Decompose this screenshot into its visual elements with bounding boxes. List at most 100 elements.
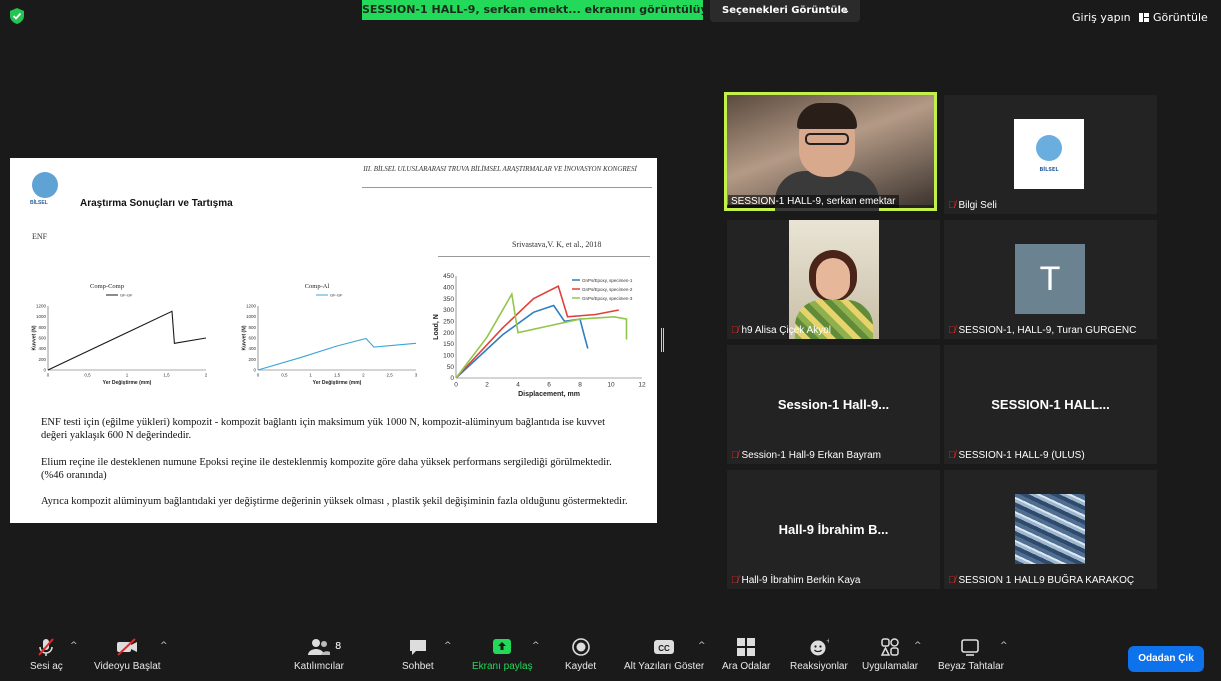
reactions-button[interactable]: + Reaksiyonlar [790,637,848,672]
result-paragraph-3: Ayrıca kompozit alüminyum bağlantıdaki y… [41,496,628,507]
breakout-rooms-icon [737,638,756,656]
x-tick-label: 2 [205,373,208,378]
y-tick-label: 50 [447,364,455,371]
participant-tile[interactable]: 🎙̸ h9 Alisa Çiçek Akyol [727,220,940,339]
participant-tile[interactable]: Session-1 Hall-9... 🎙̸ Session-1 Hall-9 E… [727,345,940,464]
participant-tile[interactable]: SESSION-1 HALL-9, serkan emektar [724,92,937,211]
participant-name: 🎙̸ Bilgi Seli [948,200,997,211]
participant-tile[interactable]: 🎙̸ SESSION 1 HALL9 BUĞRA KARAKOÇ [944,470,1157,589]
captions-button[interactable]: CC Alt Yazıları Göster [624,637,704,672]
whiteboards-label: Beyaz Tahtalar [938,661,1004,672]
panel-resize-handle[interactable] [661,328,664,352]
whiteboard-icon [961,639,979,656]
x-tick-label: 1,5 [334,373,341,378]
participant-name-text: SESSION 1 HALL9 BUĞRA KARAKOÇ [958,575,1135,586]
chat-options-caret[interactable]: ^ [444,641,452,651]
unmute-button[interactable]: Sesi aç [30,637,63,672]
reference-citation: Srivastava,V. K, et al., 2018 [512,240,602,249]
x-tick-label: 2 [362,373,365,378]
participant-name: 🎙̸ SESSION-1 HALL-9 (ULUS) [948,450,1085,461]
chart-gnps-epoxy: 0 2 4 6 8 10 12 0 50 100 150 200 250 300 350 400 450 Disp… [433,273,646,398]
start-video-button[interactable]: Videoyu Başlat [94,637,161,672]
chevron-down-icon: ⌄ [842,6,850,16]
participant-name: 🎙̸ Session-1 Hall-9 Erkan Bayram [731,450,881,461]
sign-in-link[interactable]: Giriş yapın [1072,11,1131,24]
legend-label: GnPs/Epoxy, specimen-1 [582,278,633,283]
participant-tile[interactable]: BİLSEL 🎙̸ Bilgi Seli [944,95,1157,214]
legend-label: GF-GF [330,293,343,298]
record-button[interactable]: Kaydet [565,637,596,672]
mic-off-icon: 🎙̸ [948,575,956,586]
apps-options-caret[interactable]: ^ [914,641,922,651]
video-face [816,258,850,300]
video-options-caret[interactable]: ^ [160,641,168,651]
video-glasses [805,133,849,145]
y-tick-label: 350 [443,296,454,303]
reactions-label: Reaksiyonlar [790,661,848,672]
x-tick-label: 1,5 [163,373,170,378]
x-tick-label: 6 [547,382,551,389]
participant-display-name: SESSION-1 HALL... [991,397,1110,412]
mic-off-icon: 🎙̸ [948,450,956,461]
y-tick-label: 1200 [246,304,257,309]
logo-text: BİLSEL [1039,167,1059,173]
participant-name: 🎙̸ SESSION-1, HALL-9, Turan GURGENC [948,325,1136,336]
whiteboards-options-caret[interactable]: ^ [1000,641,1008,651]
view-options-button[interactable]: Seçenekleri Görüntüle ⌄ [710,0,860,22]
participant-profile-picture [1015,494,1085,564]
y-tick-label: 600 [248,336,256,341]
participant-video [789,220,879,339]
chat-label: Sohbet [402,661,434,672]
record-icon [571,638,590,656]
participant-tile[interactable]: Hall-9 İbrahim B... 🎙̸ Hall-9 İbrahim Ber… [727,470,940,589]
emoji-reaction-icon: + [810,637,829,656]
y-tick-label: 400 [248,346,256,351]
y-tick-label: 200 [248,357,256,362]
record-label: Kaydet [565,661,597,672]
chat-button[interactable]: Sohbet [402,637,434,672]
x-axis-label: Yer Değiştirme (mm) [313,380,362,386]
mic-off-icon [38,638,55,656]
participant-tile[interactable]: T 🎙̸ SESSION-1, HALL-9, Turan GURGENC [944,220,1157,339]
x-tick-label: 10 [607,382,615,389]
audio-options-caret[interactable]: ^ [70,641,78,651]
y-axis-label: Load, N [433,314,440,340]
captions-options-caret[interactable]: ^ [698,641,706,651]
screen-share-banner: SESSION-1 HALL-9, serkan emekt... ekranı… [362,0,703,20]
y-tick-label: 1200 [36,304,47,309]
share-options-caret[interactable]: ^ [532,641,540,651]
video-off-icon [117,638,138,656]
mic-off-icon: 🎙̸ [731,325,739,336]
participant-name-text: Session-1 Hall-9 Erkan Bayram [741,450,882,461]
mic-off-icon: 🎙̸ [948,200,956,211]
x-tick-label: 0,5 [84,373,91,378]
breakout-rooms-button[interactable]: Ara Odalar [722,637,770,672]
breakout-rooms-label: Ara Odalar [722,661,771,672]
closed-captions-icon: CC [654,640,675,654]
y-tick-label: 800 [248,325,256,330]
view-button[interactable]: Görüntüle [1139,11,1208,24]
share-screen-button[interactable]: Ekranı paylaş [472,637,533,672]
enf-label: ENF [32,232,48,241]
logo-circle [1036,135,1062,161]
apps-label: Uygulamalar [862,661,919,672]
gallery-view-icon [1139,13,1149,22]
bilsel-logo-icon [32,172,58,198]
apps-button[interactable]: Uygulamalar [862,637,918,672]
whiteboards-button[interactable]: Beyaz Tahtalar [938,637,1004,672]
svg-text:+: + [826,637,829,645]
legend-label: GnPs/Epoxy, specimen-3 [582,296,633,301]
security-shield-icon[interactable] [9,7,25,25]
x-axis-label: Yer Değiştirme (mm) [103,380,152,386]
participant-tile[interactable]: SESSION-1 HALL... 🎙̸ SESSION-1 HALL-9 (UL… [944,345,1157,464]
series-line [257,337,417,371]
reference-divider [438,256,650,257]
result-paragraph-2: Elium reçine ile desteklenen numune Epok… [41,457,612,481]
y-tick-label: 450 [443,273,454,280]
mic-off-icon: 🎙̸ [731,450,739,461]
y-tick-label: 300 [443,307,454,314]
shared-screen-slide: BİLSEL III. BİLSEL ULUSLARARASI TRUVA Bİ… [10,158,657,523]
leave-meeting-button[interactable]: Odadan Çık [1128,646,1204,672]
chart-comp-al: 0 0,5 1 1,5 2 2,5 3020040060080010001200Yer De… [241,283,417,386]
participant-name-text: h9 Alisa Çiçek Akyol [741,325,832,336]
